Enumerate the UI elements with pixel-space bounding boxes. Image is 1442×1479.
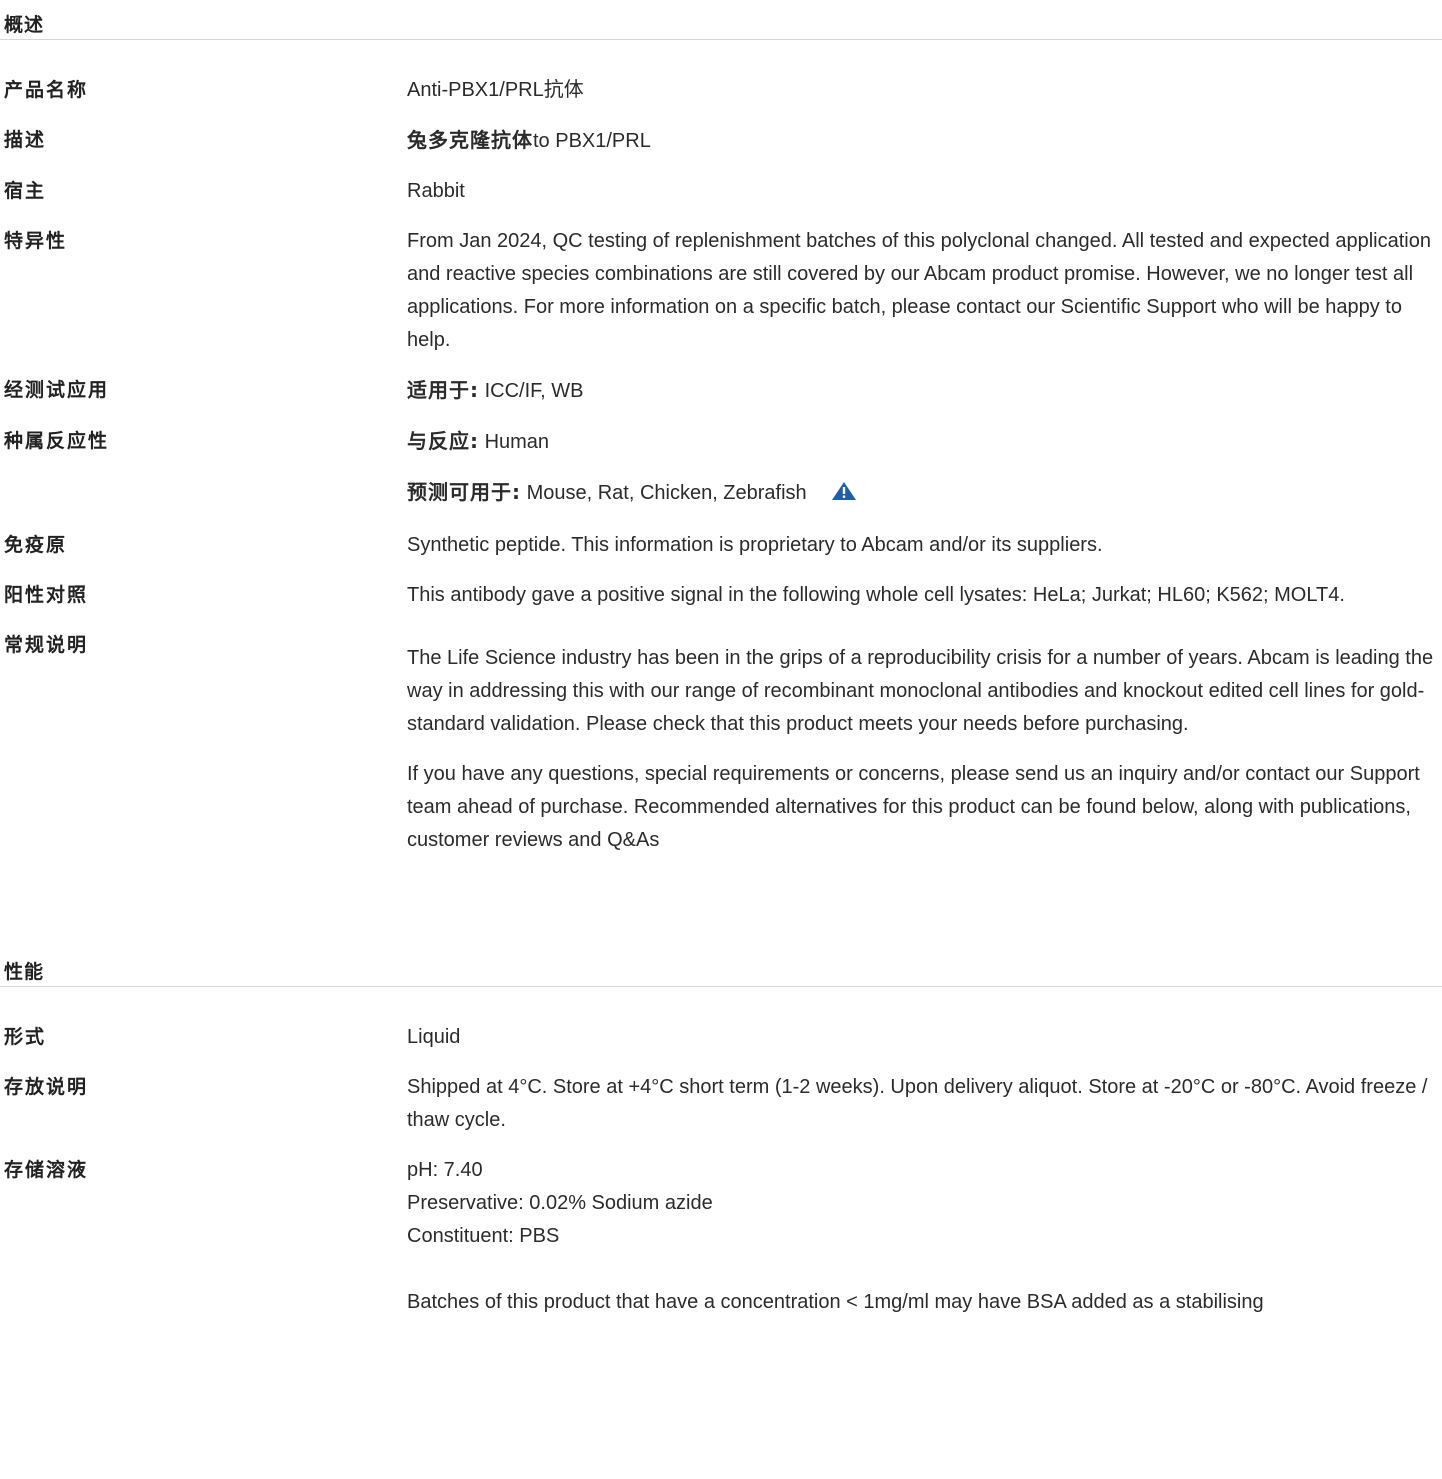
product-name-value: Anti-PBX1/PRL抗体 (407, 74, 1442, 107)
overview-section: 概述 产品名称 Anti-PBX1/PRL抗体 描述 兔多克隆抗体to PBX1… (0, 0, 1442, 857)
specificity-value: From Jan 2024, QC testing of replenishme… (407, 230, 1431, 351)
predicted-text: Mouse, Rat, Chicken, Zebrafish (526, 482, 807, 504)
row-form: 形式 Liquid (0, 1021, 1442, 1054)
positive-control-value: This antibody gave a positive signal in … (407, 584, 1345, 606)
storage-buffer-note: Batches of this product that have a conc… (407, 1291, 1264, 1313)
description-label: 描述 (4, 129, 47, 151)
overview-header: 概述 (0, 0, 1442, 40)
row-storage-buffer: 存储溶液 pH: 7.40 Preservative: 0.02% Sodium… (0, 1154, 1442, 1319)
tested-applications-text: ICC/IF, WB (484, 380, 584, 402)
storage-buffer-line-3: Constituent: PBS (407, 1225, 560, 1247)
storage-buffer-value: pH: 7.40 Preservative: 0.02% Sodium azid… (407, 1154, 1442, 1319)
row-tested-applications: 经测试应用 适用于: ICC/IF, WB (0, 374, 1442, 408)
reacts-with-prefix: 与反应: (407, 429, 479, 453)
tested-applications-label: 经测试应用 (4, 379, 110, 401)
general-notes-value: The Life Science industry has been in th… (407, 629, 1442, 857)
storage-instructions-value: Shipped at 4°C. Store at +4°C short term… (407, 1076, 1428, 1131)
product-datasheet: 概述 产品名称 Anti-PBX1/PRL抗体 描述 兔多克隆抗体to PBX1… (0, 0, 1442, 1319)
row-description: 描述 兔多克隆抗体to PBX1/PRL (0, 124, 1442, 158)
description-bold: 兔多克隆抗体 (407, 128, 533, 152)
general-notes-label: 常规说明 (4, 634, 89, 656)
tested-applications-value: 适用于: ICC/IF, WB (407, 374, 1442, 408)
storage-buffer-line-2: Preservative: 0.02% Sodium azide (407, 1192, 713, 1214)
row-host: 宿主 Rabbit (0, 175, 1442, 208)
general-notes-paragraph-2: If you have any questions, special requi… (407, 763, 1420, 851)
overview-title: 概述 (4, 14, 45, 36)
row-product-name: 产品名称 Anti-PBX1/PRL抗体 (0, 74, 1442, 107)
warning-triangle-icon[interactable] (831, 479, 857, 512)
positive-control-label: 阳性对照 (4, 584, 89, 606)
properties-header: 性能 (0, 947, 1442, 987)
host-value: Rabbit (407, 180, 465, 202)
immunogen-label: 免疫原 (4, 534, 68, 556)
product-name-label: 产品名称 (4, 79, 89, 101)
row-positive-control: 阳性对照 This antibody gave a positive signa… (0, 579, 1442, 612)
storage-instructions-label: 存放说明 (4, 1076, 89, 1098)
row-storage-instructions: 存放说明 Shipped at 4°C. Store at +4°C short… (0, 1071, 1442, 1137)
row-specificity: 特异性 From Jan 2024, QC testing of repleni… (0, 225, 1442, 357)
reacts-with-text: Human (484, 431, 550, 453)
form-value: Liquid (407, 1026, 461, 1048)
specificity-label: 特异性 (4, 230, 68, 252)
row-general-notes: 常规说明 The Life Science industry has been … (0, 629, 1442, 857)
general-notes-paragraph-1: The Life Science industry has been in th… (407, 647, 1434, 735)
immunogen-value: Synthetic peptide. This information is p… (407, 534, 1103, 556)
tested-applications-prefix: 适用于: (407, 378, 479, 402)
predicted-prefix: 预测可用于: (407, 480, 521, 504)
row-immunogen: 免疫原 Synthetic peptide. This information … (0, 529, 1442, 562)
reacts-with-line: 与反应: Human (407, 425, 1438, 459)
form-label: 形式 (4, 1026, 47, 1048)
description-rest: to PBX1/PRL (533, 130, 651, 152)
properties-title: 性能 (4, 961, 45, 983)
species-reactivity-label: 种属反应性 (4, 430, 110, 452)
host-label: 宿主 (4, 180, 47, 202)
storage-buffer-line-1: pH: 7.40 (407, 1159, 483, 1181)
properties-section: 性能 形式 Liquid 存放说明 Shipped at 4°C. Store … (0, 947, 1442, 1319)
row-species-reactivity: 种属反应性 与反应: Human 预测可用于: Mouse, Rat, Chic… (0, 425, 1442, 512)
species-reactivity-value: 与反应: Human 预测可用于: Mouse, Rat, Chicken, Z… (407, 425, 1442, 512)
description-value: 兔多克隆抗体to PBX1/PRL (407, 124, 1442, 158)
storage-buffer-label: 存储溶液 (4, 1159, 89, 1181)
product-name-text: Anti-PBX1/PRL抗体 (407, 79, 584, 101)
predicted-line: 预测可用于: Mouse, Rat, Chicken, Zebrafish (407, 476, 1438, 512)
